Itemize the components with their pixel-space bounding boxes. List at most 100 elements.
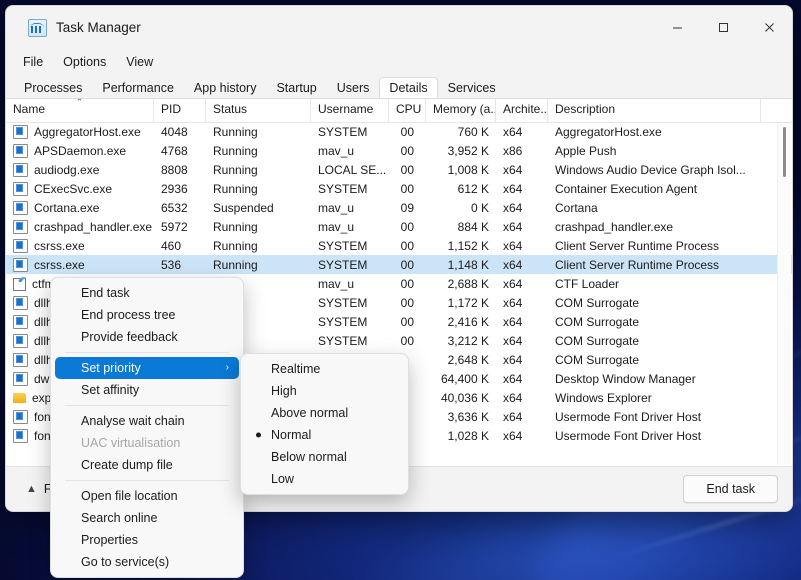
context-menu-item-create-dump-file[interactable]: Create dump file [55,454,239,476]
priority-option-high[interactable]: High [245,380,404,402]
cell-status: Running [213,124,258,139]
context-menu-item-set-affinity[interactable]: Set affinity [55,379,239,401]
radio-selected-icon [256,432,261,438]
priority-option-realtime[interactable]: Realtime [245,358,404,380]
cell-architecture: x64 [503,124,523,139]
priority-option-label: Above normal [271,406,349,420]
cell-memory: 64,400 K [440,371,489,386]
tab-startup[interactable]: Startup [266,77,326,99]
scrollbar-thumb[interactable] [783,127,786,177]
cell-cpu: 00 [400,333,414,348]
column-header-description[interactable]: Description [548,99,761,122]
context-menu-item-label: Properties [81,533,138,547]
context-menu-item-provide-feedback[interactable]: Provide feedback [55,326,239,348]
priority-option-normal[interactable]: Normal [245,424,404,446]
cell-architecture: x64 [503,352,523,367]
priority-option-above-normal[interactable]: Above normal [245,402,404,424]
window-title: Task Manager [56,20,141,35]
table-row[interactable]: audiodg.exe 8808 Running LOCAL SE... 00 1,008… [6,160,792,179]
tab-app-history[interactable]: App history [184,77,267,99]
context-menu-item-label: Create dump file [81,458,173,472]
column-header-memory-a[interactable]: Memory (a... [426,99,496,122]
column-header-label: Description [555,102,616,116]
tab-performance[interactable]: Performance [92,77,184,99]
context-menu-item-analyse-wait-chain[interactable]: Analyse wait chain [55,410,239,432]
table-row[interactable]: Cortana.exe 6532 Suspended mav_u 09 0 K x64 Cor… [6,198,792,217]
cell-pid: 5972 [161,219,188,234]
column-header-label: CPU [396,102,422,116]
cell-description: COM Surrogate [555,314,640,329]
context-menu-item-label: End process tree [81,308,176,322]
context-menu-item-end-task[interactable]: End task [55,282,239,304]
close-button[interactable] [746,6,792,49]
context-menu-item-label: Analyse wait chain [81,414,185,428]
table-row[interactable]: AggregatorHost.exe 4048 Running SYSTEM 00 760… [6,122,792,141]
tab-services[interactable]: Services [438,77,506,99]
priority-option-label: Low [271,472,294,486]
set-priority-submenu: Realtime High Above normal Normal Below norm… [240,353,409,495]
context-menu-item-search-online[interactable]: Search online [55,507,239,529]
cell-memory: 1,008 K [447,162,489,177]
cell-username: SYSTEM [318,314,368,329]
cell-cpu: 00 [400,124,414,139]
column-header-pid[interactable]: PID [154,99,206,122]
cell-description: Cortana [555,200,598,215]
cell-status: Running [213,257,258,272]
cell-status: Suspended [213,200,274,215]
context-menu-item-label: UAC virtualisation [81,436,181,450]
cell-memory: 2,648 K [447,352,489,367]
process-name: APSDaemon.exe [34,143,127,158]
table-row[interactable]: csrss.exe 536 Running SYSTEM 00 1,148 K x64 Cli… [6,255,792,274]
cell-memory: 2,688 K [447,276,489,291]
cell-memory: 1,028 K [447,428,489,443]
column-header-cpu[interactable]: CPU [389,99,426,122]
column-header-name[interactable]: Name ⌃ [6,99,154,122]
context-menu-item-label: Set priority [81,361,141,375]
maximize-button[interactable] [700,6,746,49]
cell-cpu: 00 [400,143,414,158]
column-header-archite[interactable]: Archite... [496,99,548,122]
menu-item-options[interactable]: Options [54,52,115,72]
end-task-button[interactable]: End task [683,475,778,503]
cell-description: COM Surrogate [555,352,640,367]
context-menu-item-label: Go to service(s) [81,555,170,569]
title-bar[interactable]: Task Manager [6,6,792,49]
cell-description: Usermode Font Driver Host [555,409,702,424]
vertical-scrollbar[interactable] [777,123,791,465]
priority-option-label: Normal [271,428,312,442]
table-row[interactable]: CExecSvc.exe 2936 Running SYSTEM 00 612 K x64 C… [6,179,792,198]
priority-option-low[interactable]: Low [245,468,404,490]
cell-architecture: x64 [503,371,523,386]
cell-status: Running [213,238,258,253]
tab-processes[interactable]: Processes [14,77,92,99]
cell-pid: 4048 [161,124,188,139]
cell-username: mav_u [318,200,355,215]
cell-cpu: 00 [400,238,414,253]
priority-option-below-normal[interactable]: Below normal [245,446,404,468]
tab-users[interactable]: Users [327,77,380,99]
context-menu-item-end-process-tree[interactable]: End process tree [55,304,239,326]
column-header-label: Status [213,102,248,116]
cell-cpu: 00 [400,181,414,196]
context-menu-item-open-file-location[interactable]: Open file location [55,485,239,507]
table-row[interactable]: csrss.exe 460 Running SYSTEM 00 1,152 K x64 Cli… [6,236,792,255]
minimize-button[interactable] [654,6,700,49]
cell-architecture: x64 [503,428,523,443]
context-menu-item-set-priority[interactable]: Set priority › [55,357,239,379]
tab-details[interactable]: Details [379,77,438,99]
cell-architecture: x64 [503,162,523,177]
cell-status: Running [213,162,258,177]
app-icon [13,352,28,367]
menu-item-view[interactable]: View [117,52,162,72]
app-icon [13,371,28,386]
context-menu-item-go-to-service-s[interactable]: Go to service(s) [55,551,239,573]
context-menu-item-properties[interactable]: Properties [55,529,239,551]
cell-name: AggregatorHost.exe [6,124,154,139]
cell-architecture: x64 [503,181,523,196]
menu-item-file[interactable]: File [14,52,52,72]
column-header-status[interactable]: Status [206,99,311,122]
table-row[interactable]: APSDaemon.exe 4768 Running mav_u 00 3,952 K x8… [6,141,792,160]
app-icon [13,124,28,139]
table-row[interactable]: crashpad_handler.exe 5972 Running mav_u 00 88… [6,217,792,236]
column-header-username[interactable]: Username [311,99,389,122]
